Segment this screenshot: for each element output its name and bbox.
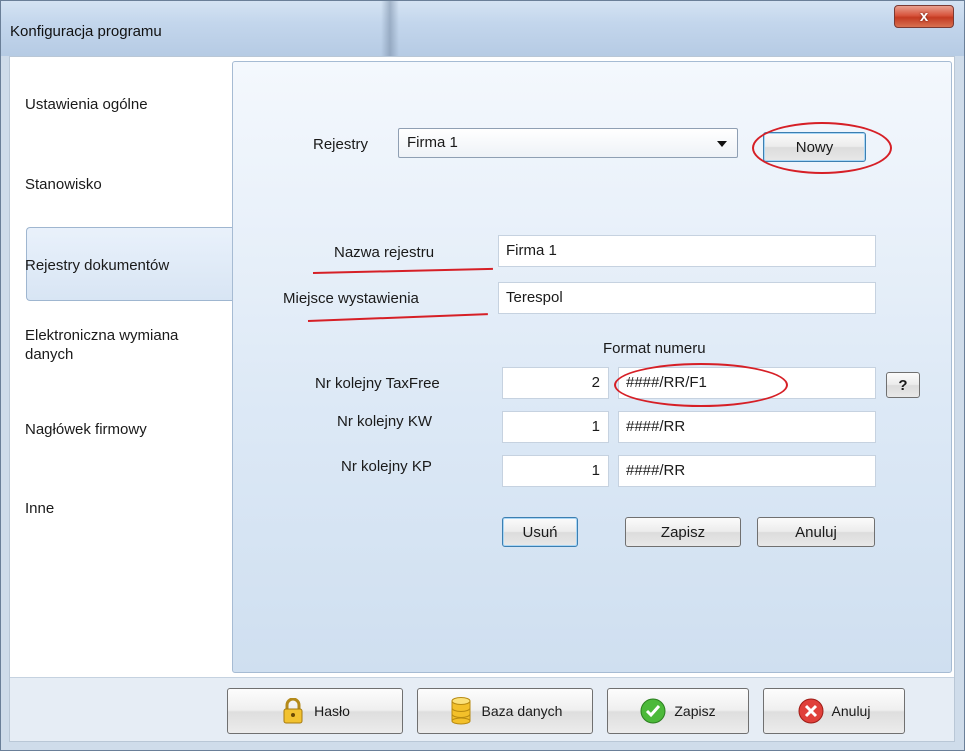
kp-counter-field[interactable]: 1	[502, 455, 609, 487]
issue-place-field[interactable]: Terespol	[498, 282, 876, 314]
sidebar-item-electronic-data-exchange[interactable]: Elektroniczna wymiana danych	[25, 326, 205, 364]
sidebar-item-company-header[interactable]: Nagłówek firmowy	[25, 420, 225, 439]
annotation-underline-place	[307, 313, 488, 322]
kw-format-field[interactable]: ####/RR	[618, 411, 876, 443]
registers-label: Rejestry	[313, 136, 369, 153]
save-register-button[interactable]: Zapisz	[625, 517, 741, 547]
taxfree-format-field[interactable]: ####/RR/F1	[618, 367, 876, 399]
dropdown-arrow-icon	[717, 141, 727, 147]
annotation-underline-name	[312, 267, 493, 274]
cancel-config-button[interactable]: Anuluj	[763, 688, 905, 734]
register-name-label: Nazwa rejestru	[334, 244, 435, 261]
cancel-register-button[interactable]: Anuluj	[757, 517, 875, 547]
number-format-header: Format numeru	[603, 340, 706, 357]
new-register-button[interactable]: Nowy	[763, 132, 866, 162]
help-icon: ?	[898, 376, 908, 394]
taxfree-counter-field[interactable]: 2	[502, 367, 609, 399]
database-button[interactable]: Baza danych	[417, 688, 593, 734]
issue-place-label: Miejsce wystawienia	[283, 290, 419, 307]
padlock-icon	[280, 698, 306, 724]
cancel-x-icon	[798, 698, 824, 724]
save-config-button[interactable]: Zapisz	[607, 688, 749, 734]
sidebar-item-workstation[interactable]: Stanowisko	[25, 175, 225, 194]
window-title: Konfiguracja programu	[10, 23, 162, 40]
kw-counter-field[interactable]: 1	[502, 411, 609, 443]
client-area: Ustawienia ogólne Stanowisko Rejestry do…	[9, 56, 955, 742]
register-settings-panel: Rejestry Firma 1 Nowy Nazwa rejestru Fir…	[232, 61, 952, 673]
sidebar: Ustawienia ogólne Stanowisko Rejestry do…	[10, 57, 241, 677]
sidebar-item-other[interactable]: Inne	[25, 499, 225, 518]
title-bar: Konfiguracja programu x	[1, 1, 964, 56]
close-button[interactable]: x	[894, 5, 954, 28]
kp-format-field[interactable]: ####/RR	[618, 455, 876, 487]
database-icon	[448, 697, 474, 725]
register-name-field[interactable]: Firma 1	[498, 235, 876, 267]
config-window: Konfiguracja programu x Ustawienia ogóln…	[0, 0, 965, 751]
close-icon: x	[919, 8, 929, 25]
footer-bar: Hasło Baza danych Zapisz Anuluj	[10, 677, 954, 741]
delete-register-button[interactable]: Usuń	[502, 517, 578, 547]
checkmark-icon	[640, 698, 666, 724]
format-help-button[interactable]: ?	[886, 372, 920, 398]
taxfree-counter-label: Nr kolejny TaxFree	[315, 375, 440, 392]
registers-select[interactable]: Firma 1	[398, 128, 738, 158]
kw-counter-label: Nr kolejny KW	[337, 413, 433, 430]
sidebar-item-general-settings[interactable]: Ustawienia ogólne	[25, 95, 225, 114]
registers-selected-value: Firma 1	[407, 134, 458, 151]
sidebar-item-document-registers[interactable]: Rejestry dokumentów	[25, 256, 225, 275]
password-button[interactable]: Hasło	[227, 688, 403, 734]
kp-counter-label: Nr kolejny KP	[341, 458, 432, 475]
